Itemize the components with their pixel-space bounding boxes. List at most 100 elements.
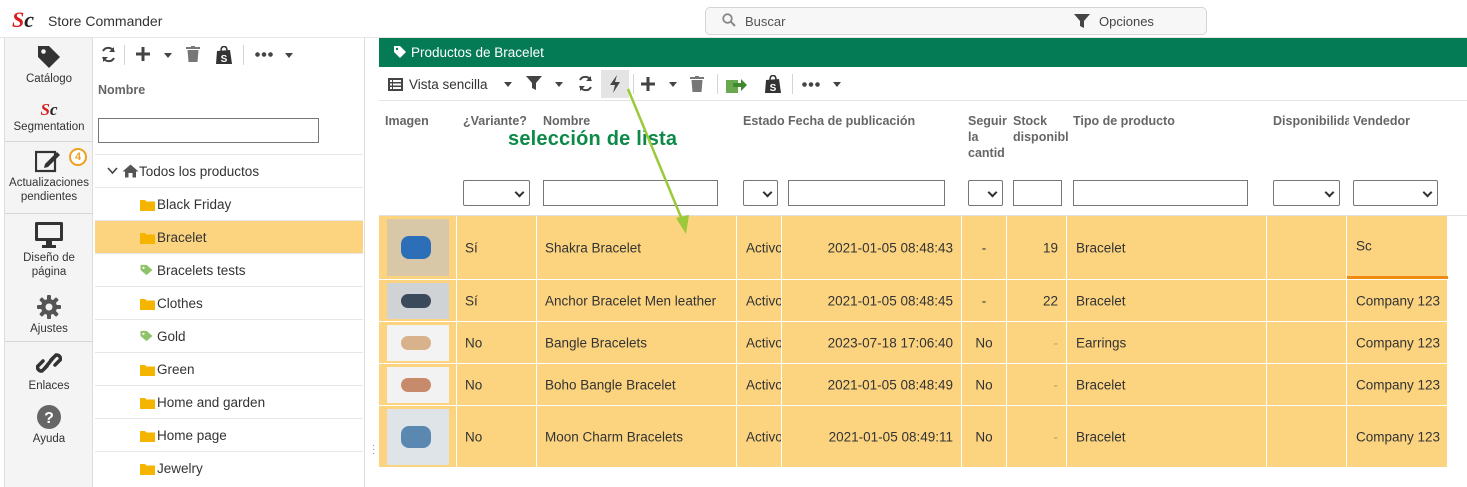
cell-fecha[interactable]: 2021-01-05 08:49:11 bbox=[782, 406, 962, 467]
category-item[interactable]: Bracelets tests bbox=[95, 253, 363, 286]
stock-filter-input[interactable] bbox=[1013, 180, 1062, 206]
product-thumbnail[interactable] bbox=[387, 409, 449, 465]
chevron-down-icon[interactable] bbox=[285, 53, 293, 58]
cell-seguir[interactable]: - bbox=[962, 280, 1007, 321]
table-row[interactable]: Sí Anchor Bracelet Men leather Activo 2021-… bbox=[379, 279, 1448, 321]
column-header-tipo[interactable]: Tipo de producto bbox=[1073, 113, 1175, 129]
cell-seguir[interactable]: No bbox=[962, 322, 1007, 363]
export-icon[interactable] bbox=[725, 75, 747, 94]
cell-variante[interactable]: Sí bbox=[457, 216, 537, 279]
product-image-cell[interactable] bbox=[379, 406, 457, 467]
category-item[interactable]: Bracelet bbox=[95, 220, 363, 253]
nav-item-catalogo[interactable]: Catálogo bbox=[5, 44, 93, 86]
category-filter-input[interactable] bbox=[98, 118, 319, 143]
chevron-down-icon[interactable] bbox=[555, 82, 563, 87]
cell-nombre[interactable]: Shakra Bracelet bbox=[537, 216, 737, 279]
cell-variante[interactable]: No bbox=[457, 364, 537, 405]
cell-disponibilidad[interactable] bbox=[1267, 364, 1347, 405]
cell-tipo[interactable]: Earrings bbox=[1067, 322, 1267, 363]
column-header-imagen[interactable]: Imagen bbox=[385, 113, 429, 129]
cell-disponibilidad[interactable] bbox=[1267, 406, 1347, 467]
cell-seguir[interactable]: - bbox=[962, 216, 1007, 279]
product-thumbnail[interactable] bbox=[387, 219, 449, 276]
category-item[interactable]: Black Friday bbox=[95, 187, 363, 220]
cell-stock[interactable]: - bbox=[1007, 364, 1067, 405]
cell-vendedor[interactable]: Company 123 bbox=[1347, 322, 1448, 363]
app-logo[interactable]: Sc bbox=[12, 9, 34, 31]
nav-item-segmentation[interactable]: Sc Segmentation bbox=[5, 101, 93, 134]
table-row[interactable]: Sí Shakra Bracelet Activo 2021-01-05 08:48:… bbox=[379, 216, 1448, 279]
column-header-disponibilidad[interactable]: Disponibilida bbox=[1273, 113, 1349, 129]
add-icon[interactable] bbox=[135, 46, 151, 62]
nav-item-ayuda[interactable]: ? Ayuda bbox=[5, 404, 93, 446]
nav-item-enlaces[interactable]: Enlaces bbox=[5, 349, 93, 393]
product-thumbnail[interactable] bbox=[387, 283, 449, 319]
cell-vendedor[interactable]: Sc bbox=[1347, 216, 1448, 279]
table-row[interactable]: No Bangle Bracelets Activo 2023-07-18 17:06… bbox=[379, 321, 1448, 363]
nav-item-diseno[interactable]: Diseño de página bbox=[5, 221, 93, 279]
column-header-variante[interactable]: ¿Variante? bbox=[463, 113, 527, 129]
product-image-cell[interactable] bbox=[379, 322, 457, 363]
cell-fecha[interactable]: 2021-01-05 08:48:45 bbox=[782, 280, 962, 321]
more-icon[interactable] bbox=[255, 52, 273, 57]
cell-tipo[interactable]: Bracelet bbox=[1067, 406, 1267, 467]
cell-fecha[interactable]: 2021-01-05 08:48:49 bbox=[782, 364, 962, 405]
chevron-down-icon[interactable] bbox=[164, 53, 172, 58]
product-image-cell[interactable] bbox=[379, 364, 457, 405]
cell-disponibilidad[interactable] bbox=[1267, 280, 1347, 321]
cell-disponibilidad[interactable] bbox=[1267, 216, 1347, 279]
cell-estado[interactable]: Activo bbox=[737, 280, 782, 321]
disponibilidad-filter-select[interactable] bbox=[1273, 180, 1340, 206]
column-header-nombre[interactable]: Nombre bbox=[543, 113, 590, 129]
product-thumbnail[interactable] bbox=[387, 325, 449, 361]
category-item[interactable]: Home page bbox=[95, 418, 363, 451]
column-header-fecha[interactable]: Fecha de publicación bbox=[788, 113, 915, 129]
cell-seguir[interactable]: No bbox=[962, 364, 1007, 405]
column-header-vendedor[interactable]: Vendedor bbox=[1353, 113, 1410, 129]
seguir-filter-select[interactable] bbox=[968, 180, 1003, 206]
product-image-cell[interactable] bbox=[379, 280, 457, 321]
cell-estado[interactable]: Activo bbox=[737, 406, 782, 467]
column-header-estado[interactable]: Estado bbox=[743, 113, 785, 129]
category-item[interactable]: Home and garden bbox=[95, 385, 363, 418]
view-selector[interactable]: Vista sencilla bbox=[409, 77, 488, 92]
nav-item-actualizaciones[interactable]: 4 Actualizaciones pendientes bbox=[5, 148, 93, 204]
category-item[interactable]: Green bbox=[95, 352, 363, 385]
table-row[interactable]: No Moon Charm Bracelets Activo 2021-01-05 0… bbox=[379, 405, 1448, 467]
category-item[interactable]: Jewelry bbox=[95, 451, 363, 484]
nav-item-ajustes[interactable]: Ajustes bbox=[5, 294, 93, 336]
category-root[interactable]: Todos los productos bbox=[95, 154, 363, 187]
cell-seguir[interactable]: No bbox=[962, 406, 1007, 467]
shopify-icon[interactable]: S bbox=[215, 46, 233, 65]
variante-filter-select[interactable] bbox=[463, 180, 530, 206]
panel-splitter-handle[interactable]: · · · bbox=[372, 441, 375, 459]
cell-stock[interactable]: - bbox=[1007, 406, 1067, 467]
vendedor-filter-select[interactable] bbox=[1353, 180, 1438, 206]
cell-tipo[interactable]: Bracelet bbox=[1067, 364, 1267, 405]
cell-nombre[interactable]: Anchor Bracelet Men leather bbox=[537, 280, 737, 321]
cell-stock[interactable]: - bbox=[1007, 322, 1067, 363]
nombre-filter-input[interactable] bbox=[543, 180, 718, 206]
product-image-cell[interactable] bbox=[379, 216, 457, 279]
cell-stock[interactable]: 19 bbox=[1007, 216, 1067, 279]
list-selection-button[interactable] bbox=[601, 70, 629, 98]
cell-stock[interactable]: 22 bbox=[1007, 280, 1067, 321]
chevron-down-icon[interactable] bbox=[504, 82, 512, 87]
cell-tipo[interactable]: Bracelet bbox=[1067, 216, 1267, 279]
product-thumbnail[interactable] bbox=[387, 367, 449, 403]
cell-vendedor[interactable]: Company 123 bbox=[1347, 280, 1448, 321]
cell-nombre[interactable]: Boho Bangle Bracelet bbox=[537, 364, 737, 405]
more-icon[interactable] bbox=[802, 82, 820, 87]
category-item[interactable]: Gold bbox=[95, 319, 363, 352]
filter-icon[interactable] bbox=[526, 76, 542, 91]
chevron-down-icon[interactable] bbox=[833, 82, 841, 87]
column-header-stock[interactable]: Stock disponibl bbox=[1013, 113, 1068, 145]
cell-vendedor[interactable]: Company 123 bbox=[1347, 364, 1448, 405]
add-icon[interactable] bbox=[640, 76, 656, 92]
cell-variante[interactable]: Sí bbox=[457, 280, 537, 321]
cell-nombre[interactable]: Moon Charm Bracelets bbox=[537, 406, 737, 467]
cell-fecha[interactable]: 2023-07-18 17:06:40 bbox=[782, 322, 962, 363]
shopify-icon[interactable]: S bbox=[764, 75, 782, 94]
cell-fecha[interactable]: 2021-01-05 08:48:43 bbox=[782, 216, 962, 279]
table-row[interactable]: No Boho Bangle Bracelet Activo 2021-01-05 0… bbox=[379, 363, 1448, 405]
